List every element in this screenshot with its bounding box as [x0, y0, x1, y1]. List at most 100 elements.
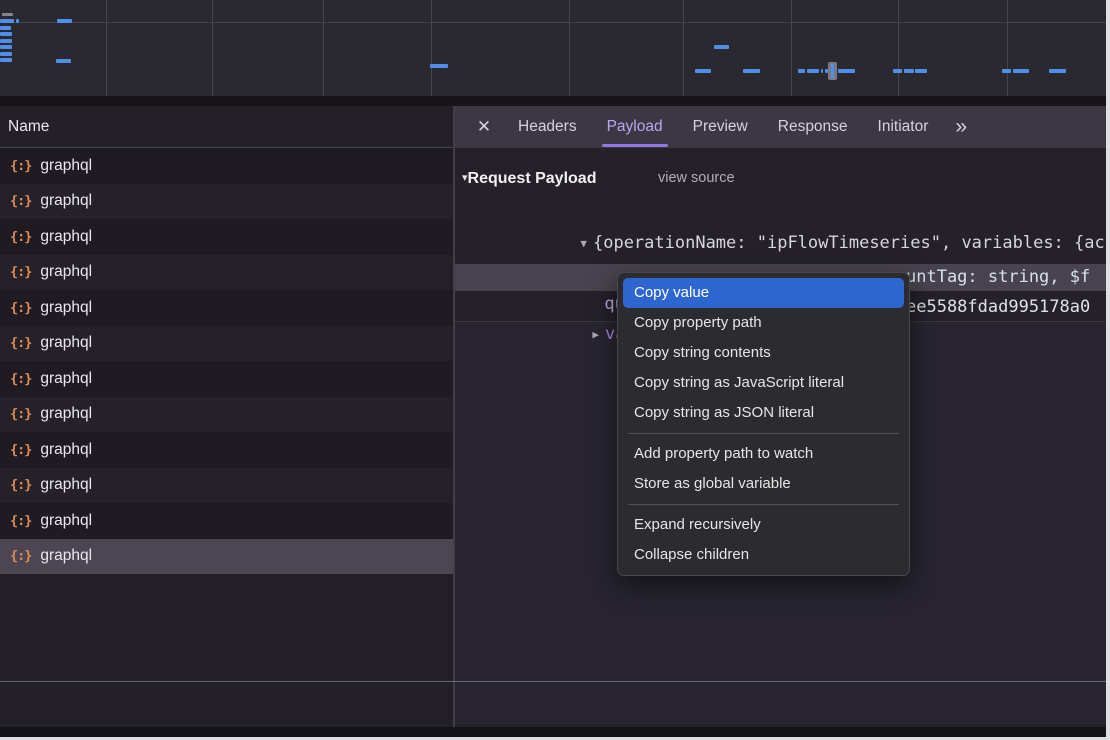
request-row[interactable]: {:} graphql [0, 361, 453, 397]
timeline-request-bar [56, 59, 71, 63]
request-row[interactable]: {:} graphql [0, 148, 453, 184]
menu-item-copy-string-as-json-literal[interactable]: Copy string as JSON literal [618, 398, 909, 428]
request-row[interactable]: {:} graphql [0, 432, 453, 468]
menu-separator [628, 504, 899, 505]
active-tab-underline [602, 144, 668, 147]
menu-item-copy-string-as-javascript-literal[interactable]: Copy string as JavaScript literal [618, 368, 909, 398]
tab-label: Headers [518, 118, 577, 136]
timeline-request-bar [838, 69, 855, 73]
request-name: graphql [40, 157, 92, 175]
request-row[interactable]: {:} graphql [0, 255, 453, 291]
request-row[interactable]: {:} graphql [0, 539, 453, 575]
network-overview-timeline[interactable] [0, 0, 1106, 96]
timeline-request-bar [821, 69, 823, 73]
timeline-request-bar [807, 69, 819, 73]
json-fetch-icon: {:} [10, 335, 31, 351]
json-fetch-icon: {:} [10, 442, 31, 458]
json-fetch-icon: {:} [10, 158, 31, 174]
view-source-link[interactable]: view source [658, 166, 735, 190]
tab-response[interactable]: Response [763, 106, 863, 148]
overview-gridline [683, 0, 684, 96]
menu-item-copy-value[interactable]: Copy value [623, 278, 904, 308]
name-column-header[interactable]: Name [0, 106, 453, 148]
menu-item-copy-string-contents[interactable]: Copy string contents [618, 338, 909, 368]
overview-gridline [569, 0, 570, 96]
tab-label: Payload [607, 118, 663, 136]
menu-item-store-as-global-variable[interactable]: Store as global variable [618, 469, 909, 499]
json-fetch-icon: {:} [10, 193, 31, 209]
bottom-section-divider [0, 681, 1106, 682]
overview-gridline [212, 0, 213, 96]
overview-gridline [323, 0, 324, 96]
timeline-request-bar [0, 32, 12, 36]
tab-preview[interactable]: Preview [678, 106, 763, 148]
menu-item-add-property-path-to-watch[interactable]: Add property path to watch [618, 439, 909, 469]
request-name: graphql [40, 405, 92, 423]
json-fetch-icon: {:} [10, 513, 31, 529]
json-fetch-icon: {:} [10, 371, 31, 387]
request-name: graphql [40, 512, 92, 530]
close-icon: ✕ [477, 117, 491, 137]
panel-divider[interactable] [453, 106, 455, 727]
request-name: graphql [40, 441, 92, 459]
name-column-label: Name [8, 106, 49, 148]
selected-request-marker [828, 62, 837, 80]
devtools-screenshot: Name {:} graphql {:} graphql {:} graphql {:} gr… [0, 0, 1110, 740]
timeline-mini-bar [2, 13, 13, 16]
variables-preview-fragment: ee5588fdad995178a0 [906, 294, 1090, 321]
menu-item-expand-recursively[interactable]: Expand recursively [618, 510, 909, 540]
timeline-request-bar [893, 69, 902, 73]
timeline-request-bar [714, 45, 729, 49]
timeline-request-bar [57, 19, 72, 23]
timeline-request-bar [1002, 69, 1011, 73]
timeline-request-bar [695, 69, 711, 73]
request-row[interactable]: {:} graphql [0, 184, 453, 220]
overview-gridline [791, 0, 792, 96]
request-payload-header[interactable]: ▾Request Payload [462, 166, 596, 190]
request-row[interactable]: {:}graphql [0, 290, 453, 326]
request-name: graphql [40, 263, 92, 281]
overview-divider-strip [0, 96, 1106, 106]
json-fetch-icon: {:} [10, 477, 31, 493]
timeline-request-bar [16, 19, 19, 23]
selected-request-marker-bar [831, 64, 834, 78]
devtools-window: Name {:} graphql {:} graphql {:} graphql {:} gr… [0, 0, 1106, 737]
timeline-request-bar [430, 64, 448, 68]
close-detail-button[interactable]: ✕ [465, 106, 503, 148]
timeline-request-bar [798, 69, 805, 73]
json-fetch-icon: {:} [10, 264, 31, 280]
timeline-request-bar [743, 69, 760, 73]
request-row[interactable]: {:} graphql [0, 219, 453, 255]
collapsed-triangle-icon[interactable]: ▶ [592, 321, 599, 348]
request-list-panel: Name {:} graphql {:} graphql {:} graphql {:} gr… [0, 106, 453, 724]
request-name: graphql [40, 547, 92, 565]
menu-item-copy-property-path[interactable]: Copy property path [618, 308, 909, 338]
more-tabs-button[interactable]: » [945, 106, 974, 148]
detail-tabbar: ✕ Headers Payload Preview Response Initiator… [455, 106, 1106, 148]
tab-label: Response [778, 118, 848, 136]
overview-gridline [106, 0, 107, 96]
devtools-bottom-edge [0, 727, 1106, 737]
request-row[interactable]: {:} graphql [0, 468, 453, 504]
json-fetch-icon: {:} [10, 229, 31, 245]
timeline-request-bar [915, 69, 927, 73]
request-row[interactable]: {:} graphql [0, 397, 453, 433]
tab-initiator[interactable]: Initiator [863, 106, 944, 148]
tab-label: Preview [693, 118, 748, 136]
request-name: graphql [40, 476, 92, 494]
json-fetch-icon: {:} [10, 406, 31, 422]
tab-payload[interactable]: Payload [592, 106, 678, 148]
payload-root-row[interactable]: ▼{operationName: "ipFlowTimeseries", var… [478, 203, 1106, 230]
tab-headers[interactable]: Headers [503, 106, 592, 148]
request-name: graphql [40, 192, 92, 210]
menu-item-collapse-children[interactable]: Collapse children [618, 540, 909, 570]
request-row[interactable]: {:}graphql [0, 326, 453, 362]
chevron-double-right-icon: » [955, 115, 964, 139]
timeline-request-bar [0, 45, 12, 49]
request-name: graphql [40, 228, 92, 246]
overview-baseline [0, 22, 1106, 23]
request-name: graphql [40, 370, 92, 388]
json-fetch-icon: {:} [10, 548, 31, 564]
request-row[interactable]: {:} graphql [0, 503, 453, 539]
payload-operationname-row[interactable]: operationName: "ipFlowTimeseries" [502, 233, 877, 260]
